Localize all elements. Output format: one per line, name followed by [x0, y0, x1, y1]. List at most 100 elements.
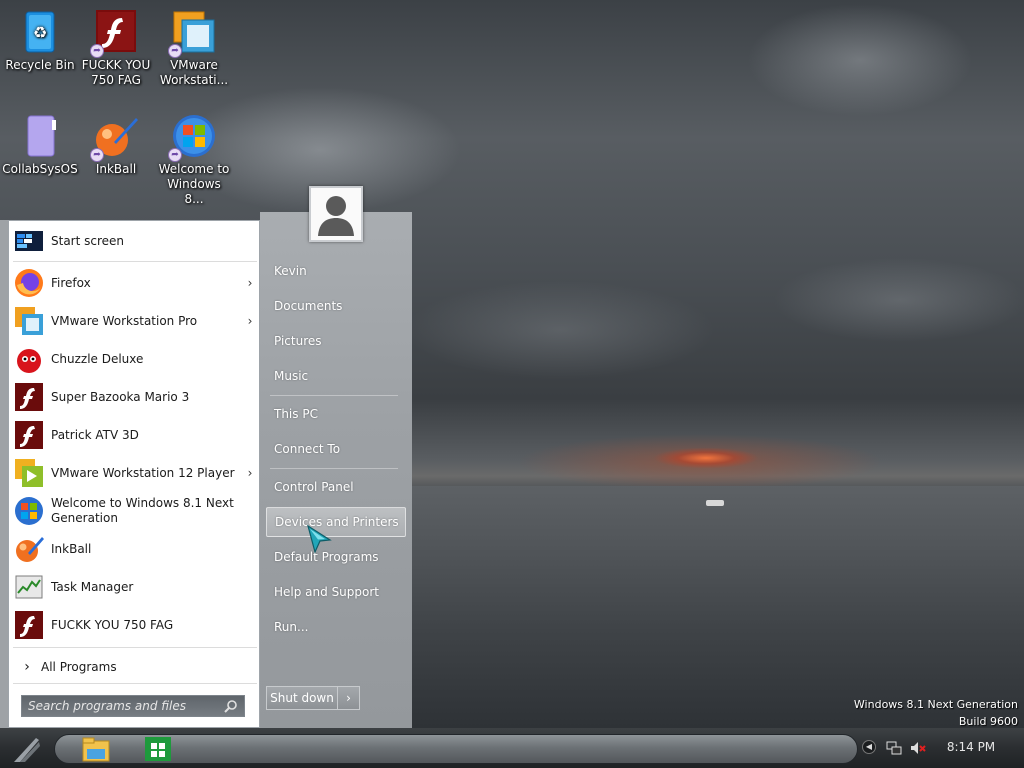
- program-item-start-screen[interactable]: Start screen: [13, 223, 257, 259]
- program-item-flash-shortcut[interactable]: FUCKK YOU 750 FAG: [13, 607, 257, 643]
- shortcut-arrow-icon: ➦: [90, 44, 104, 58]
- start-menu-programs-pane: Start screen Firefox › VMware Workstatio…: [8, 220, 260, 728]
- firefox-icon: [13, 267, 45, 299]
- shutdown-button[interactable]: Shut down: [266, 686, 338, 710]
- chevron-right-icon: ›: [247, 276, 253, 290]
- taskbar-file-explorer[interactable]: [80, 734, 112, 764]
- desktop-icon-flash-shortcut[interactable]: ➦ FUCKK YOU 750 FAG: [78, 8, 154, 88]
- all-programs-label: All Programs: [41, 660, 117, 674]
- right-pane-label: Music: [274, 369, 309, 383]
- flash-icon: [13, 609, 45, 641]
- desktop-icon-inkball[interactable]: ➦ InkBall: [78, 112, 154, 177]
- desktop-icon-label: InkBall: [95, 162, 137, 176]
- user-avatar[interactable]: [309, 186, 363, 242]
- flash-icon: ➦: [90, 8, 140, 58]
- right-pane-help-support[interactable]: Help and Support: [266, 577, 406, 607]
- desktop-icon-vmware[interactable]: ➦ VMware Workstati...: [156, 8, 232, 88]
- task-manager-icon: [13, 571, 45, 603]
- desktop-icon-label: VMware Workstati...: [159, 58, 229, 87]
- program-item-inkball[interactable]: InkBall: [13, 531, 257, 567]
- right-pane-this-pc[interactable]: This PC: [266, 399, 406, 429]
- right-pane-documents[interactable]: Documents: [266, 291, 406, 321]
- windows-logo-icon: ➦: [168, 112, 218, 162]
- program-item-label: Welcome to Windows 8.1 Next Generation: [51, 496, 234, 525]
- file-explorer-icon: [82, 737, 110, 762]
- right-pane-label: Run...: [274, 620, 309, 634]
- wallpaper-sea: [412, 486, 1024, 728]
- search-input[interactable]: [28, 699, 224, 713]
- all-programs-button[interactable]: › All Programs: [13, 653, 257, 681]
- right-pane-label: Help and Support: [274, 585, 379, 599]
- taskbar-store[interactable]: [142, 734, 174, 764]
- search-icon: [224, 699, 238, 713]
- recycle-bin-icon: ♻: [16, 8, 64, 56]
- right-pane-label: Kevin: [274, 264, 307, 278]
- right-pane-label: Pictures: [274, 334, 322, 348]
- shutdown-label: Shut down: [270, 691, 334, 705]
- desktop-icon-label: FUCKK YOU 750 FAG: [81, 58, 151, 87]
- right-pane-default-programs[interactable]: Default Programs: [266, 542, 406, 572]
- inkball-icon: ➦: [90, 112, 140, 162]
- volume-muted-icon[interactable]: [910, 740, 926, 756]
- right-pane-label: Documents: [274, 299, 343, 313]
- inkball-icon: [13, 533, 45, 565]
- right-pane-label: This PC: [274, 407, 318, 421]
- os-watermark: Windows 8.1 Next Generation Build 9600: [854, 696, 1018, 730]
- wallpaper-boat: [706, 500, 724, 506]
- folder-icon: [16, 112, 64, 160]
- start-orb-icon: [14, 738, 40, 762]
- chevron-right-icon: ›: [247, 314, 253, 328]
- program-list-divider: [13, 261, 257, 262]
- program-list-divider: [13, 647, 257, 648]
- network-icon[interactable]: [886, 740, 902, 756]
- shutdown-options-button[interactable]: ›: [338, 686, 360, 710]
- taskbar-clock[interactable]: 8:14 PM: [936, 740, 1006, 754]
- program-item-chuzzle[interactable]: Chuzzle Deluxe: [13, 341, 257, 377]
- shortcut-arrow-icon: ➦: [168, 148, 182, 162]
- right-pane-label: Control Panel: [274, 480, 354, 494]
- program-item-task-manager[interactable]: Task Manager: [13, 569, 257, 605]
- right-pane-pictures[interactable]: Pictures: [266, 326, 406, 356]
- watermark-edition: Windows 8.1 Next Generation: [853, 698, 1018, 711]
- program-item-label: Task Manager: [51, 579, 134, 594]
- desktop-icon-label: CollabSysOS: [2, 162, 78, 176]
- svg-text:♻: ♻: [33, 23, 47, 42]
- chevron-right-icon: ›: [346, 691, 351, 705]
- desktop-icon-recycle-bin[interactable]: ♻ Recycle Bin: [2, 8, 78, 73]
- chevron-right-icon: ›: [24, 659, 30, 675]
- desktop-icon-collabsysos[interactable]: CollabSysOS: [2, 112, 78, 177]
- right-pane-user[interactable]: Kevin: [266, 256, 406, 286]
- vmware-player-icon: [13, 457, 45, 489]
- start-screen-icon: [13, 225, 45, 257]
- program-item-super-bazooka-mario[interactable]: Super Bazooka Mario 3: [13, 379, 257, 415]
- tray-overflow-button[interactable]: ◀: [862, 740, 876, 754]
- program-item-label: Super Bazooka Mario 3: [51, 389, 190, 404]
- right-pane-label: Devices and Printers: [275, 515, 399, 529]
- program-item-firefox[interactable]: Firefox ›: [13, 265, 257, 301]
- program-list-divider: [13, 683, 257, 684]
- program-item-label: Firefox: [51, 275, 91, 290]
- desktop-icon-label: Recycle Bin: [5, 58, 75, 72]
- program-item-label: VMware Workstation Pro: [51, 313, 198, 328]
- start-button[interactable]: [6, 732, 46, 766]
- right-pane-connect-to[interactable]: Connect To: [266, 434, 406, 464]
- flash-icon: [13, 381, 45, 413]
- right-pane-control-panel[interactable]: Control Panel: [266, 472, 406, 502]
- desktop-icon-label: Welcome to Windows 8...: [158, 162, 230, 206]
- program-item-patrick-atv[interactable]: Patrick ATV 3D: [13, 417, 257, 453]
- program-item-label: Chuzzle Deluxe: [51, 351, 144, 366]
- search-box[interactable]: [21, 695, 245, 717]
- right-pane-music[interactable]: Music: [266, 361, 406, 391]
- program-item-label: Patrick ATV 3D: [51, 427, 139, 442]
- program-item-vmware-pro[interactable]: VMware Workstation Pro ›: [13, 303, 257, 339]
- right-pane-divider: [270, 395, 398, 396]
- right-pane-run[interactable]: Run...: [266, 612, 406, 642]
- program-item-vmware-player[interactable]: VMware Workstation 12 Player ›: [13, 455, 257, 491]
- desktop-icon-welcome[interactable]: ➦ Welcome to Windows 8...: [156, 112, 232, 207]
- user-silhouette-icon: [311, 188, 361, 240]
- program-item-welcome-windows[interactable]: Welcome to Windows 8.1 Next Generation: [13, 493, 257, 529]
- right-pane-devices-printers[interactable]: Devices and Printers: [266, 507, 406, 537]
- taskbar-track: [54, 734, 858, 764]
- vmware-icon: [13, 305, 45, 337]
- shutdown-group: Shut down ›: [266, 686, 360, 710]
